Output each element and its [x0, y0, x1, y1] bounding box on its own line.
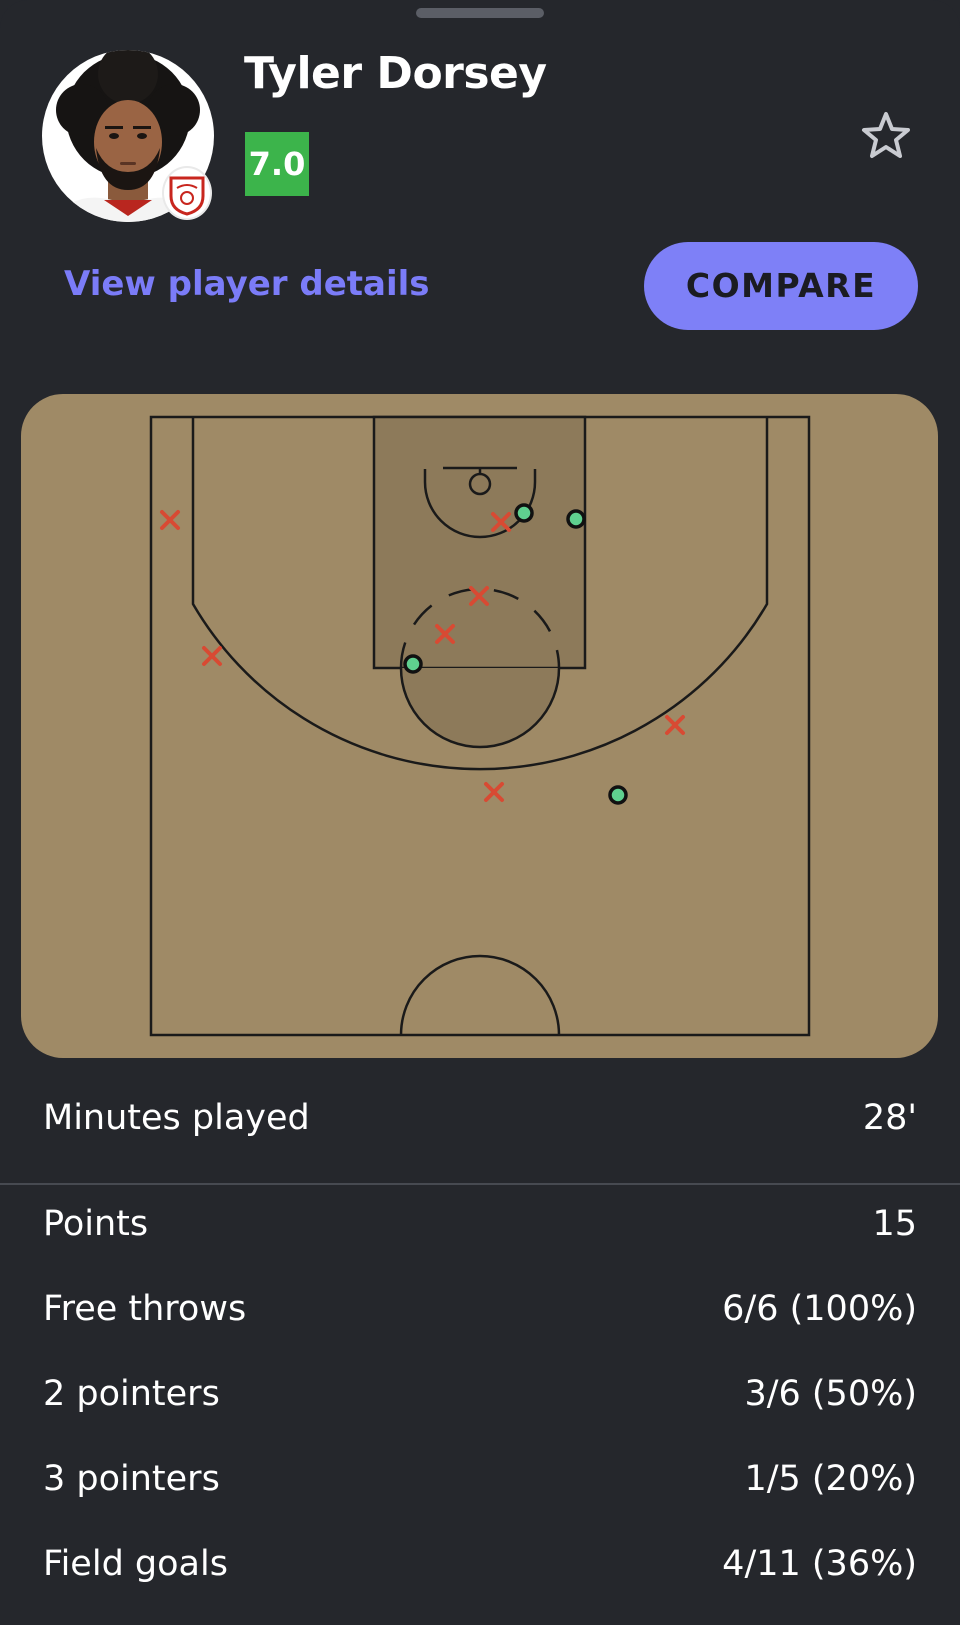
stat-row-points: Points 15	[0, 1186, 960, 1271]
stat-label: Points	[43, 1204, 149, 1244]
shot-map-court	[21, 394, 938, 1058]
star-icon[interactable]	[858, 108, 914, 164]
stat-value: 3/6 (50%)	[744, 1374, 917, 1414]
stat-label: Minutes played	[43, 1098, 310, 1138]
compare-button[interactable]: COMPARE	[644, 242, 918, 330]
stat-value: 6/6 (100%)	[722, 1289, 917, 1329]
stat-value: 1/5 (20%)	[744, 1459, 917, 1499]
made-shot-marker	[514, 503, 534, 523]
stat-value: 4/11 (36%)	[722, 1544, 917, 1584]
center-circle	[399, 954, 561, 1036]
view-player-details-link[interactable]: View player details	[64, 264, 430, 304]
missed-shot-marker	[484, 782, 504, 802]
drag-handle[interactable]	[416, 8, 544, 18]
player-rating-badge: 7.0	[245, 132, 309, 196]
stat-label: Free throws	[43, 1289, 247, 1329]
stat-row-field-goals: Field goals 4/11 (36%)	[0, 1526, 960, 1611]
made-shot-marker	[608, 785, 628, 805]
section-divider	[0, 1183, 960, 1185]
stat-row-free-throws: Free throws 6/6 (100%)	[0, 1271, 960, 1356]
stat-row-minutes: Minutes played 28'	[0, 1080, 960, 1165]
stat-row-three-pointers: 3 pointers 1/5 (20%)	[0, 1441, 960, 1526]
stat-value: 15	[872, 1204, 917, 1244]
stat-label: Field goals	[43, 1544, 228, 1584]
stat-label: 2 pointers	[43, 1374, 220, 1414]
player-bottom-sheet: Tyler Dorsey 7.0 View player details COM…	[0, 0, 960, 1625]
team-logo	[162, 166, 212, 220]
stat-value: 28'	[862, 1098, 917, 1138]
made-shot-marker	[566, 509, 586, 529]
stat-row-two-pointers: 2 pointers 3/6 (50%)	[0, 1356, 960, 1441]
missed-shot-marker	[160, 510, 180, 530]
missed-shot-marker	[202, 646, 222, 666]
player-name: Tyler Dorsey	[244, 48, 547, 99]
stat-label: 3 pointers	[43, 1459, 220, 1499]
free-throw-circle	[399, 667, 561, 749]
made-shot-marker	[403, 654, 423, 674]
paint-area	[372, 415, 587, 670]
missed-shot-marker	[665, 715, 685, 735]
